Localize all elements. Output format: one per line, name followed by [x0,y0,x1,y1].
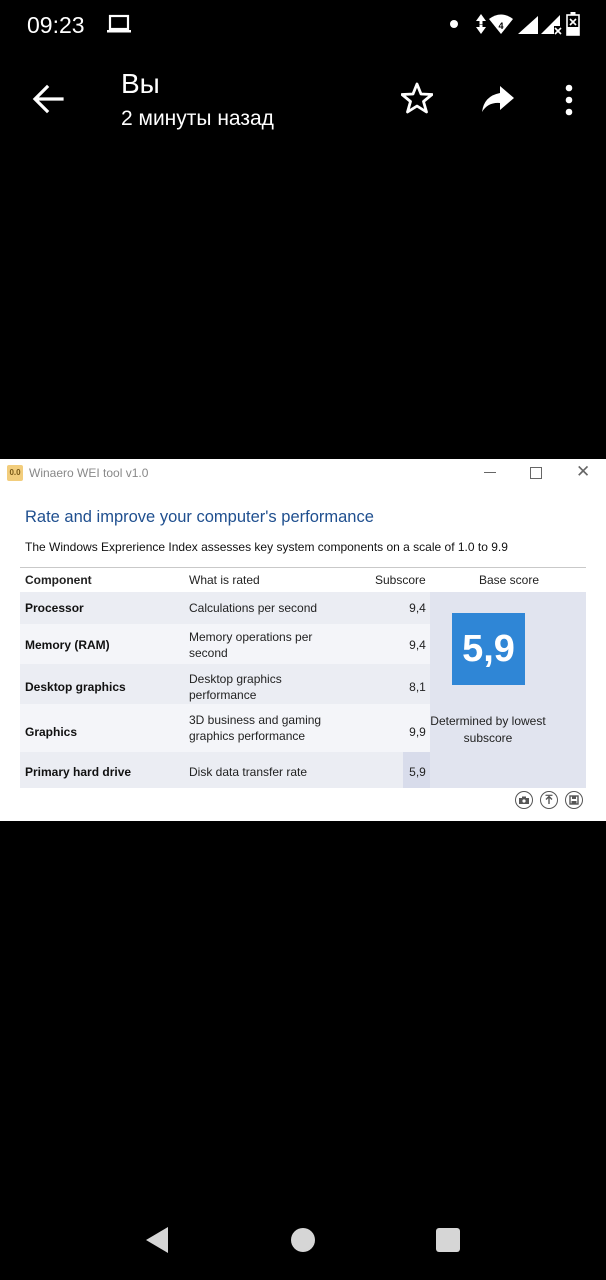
row-what: Memory operations per second [189,630,313,660]
battery-icon [566,12,580,36]
share-icon[interactable] [480,84,516,114]
save-icon[interactable] [565,791,583,809]
data-badge: 4 [498,21,503,31]
close-icon: ✕ [576,462,591,481]
nav-home-icon[interactable] [291,1228,315,1252]
col-component: Component [25,573,92,587]
data-arrows-icon [476,14,486,34]
nav-recents-icon[interactable] [436,1228,460,1252]
row-component: Memory (RAM) [25,638,110,652]
wifi-icon: 4 [489,14,513,34]
base-score-note: Determined by lowest subscore [430,714,546,745]
star-icon[interactable] [401,82,433,114]
laptop-icon [107,14,131,33]
wei-description: The Windows Exprerience Index assesses k… [25,540,508,554]
row-subscore: 9,4 [409,601,426,615]
row-what: Disk data transfer rate [189,765,308,779]
window-title: Winaero WEI tool v1.0 [29,466,149,480]
camera-icon[interactable] [515,791,533,809]
attached-screenshot[interactable]: 0.0 Winaero WEI tool v1.0 ✕ Rate and imp… [0,459,606,821]
app-logo-icon: 0.0 [7,465,23,481]
upload-icon[interactable] [540,791,558,809]
table-row: Primary hard drive Disk data transfer ra… [20,752,430,788]
signal-noconnect-icon [541,15,562,35]
minimize-icon [484,472,496,473]
row-subscore: 8,1 [409,680,426,694]
col-base-score: Base score [479,573,540,587]
status-bar: 09:23 4 [0,0,606,50]
col-subscore: Subscore [375,573,426,587]
row-subscore: 5,9 [409,765,426,779]
row-subscore: 9,4 [409,638,426,652]
wei-heading: Rate and improve your computer's perform… [25,508,374,526]
nav-back-icon[interactable] [144,1226,170,1254]
row-what: 3D business and gaming graphics performa… [189,713,322,743]
window-titlebar: 0.0 Winaero WEI tool v1.0 ✕ [0,459,606,487]
signal-icon [518,16,538,34]
table-row: Desktop graphics Desktop graphics perfor… [20,664,430,704]
row-what: Calculations per second [189,601,318,615]
sender-name: Вы [121,68,160,99]
message-time: 2 минуты назад [121,107,274,130]
row-component: Graphics [25,725,78,739]
row-component: Processor [25,601,84,615]
row-component: Desktop graphics [25,680,126,694]
status-time: 09:23 [27,12,85,38]
notification-dot-icon [450,20,458,28]
table-header: Component What is rated Subscore Base sc… [20,567,586,593]
row-what: Desktop graphics performance [189,672,282,702]
base-score-value: 5,9 [452,613,525,685]
row-component: Primary hard drive [25,765,132,779]
table-row: Memory (RAM) Memory operations per secon… [20,624,430,664]
col-what-rated: What is rated [189,573,260,587]
more-vert-icon[interactable] [562,84,576,116]
back-arrow-icon[interactable] [32,84,64,114]
maximize-icon [530,467,542,479]
table-row: Processor Calculations per second 9,4 [20,592,430,624]
table-row: Graphics 3D business and gaming graphics… [20,704,430,752]
